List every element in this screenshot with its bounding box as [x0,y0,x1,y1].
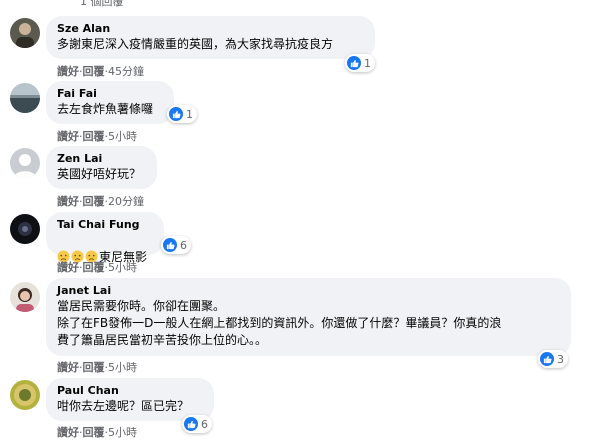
reply-button[interactable]: 回覆 [83,193,105,209]
comment-timestamp[interactable]: 5小時 [108,424,137,440]
comment-text: 咁你去左邊呢？區已完？ [57,399,190,413]
reaction-count[interactable]: 3 [538,350,568,368]
comment-author[interactable]: Zen Lai [57,152,146,166]
comment-text: 當居民需要你時。你卻在團聚。 除了在FB發佈一D一般人在網上都找到的資訊外。你還… [57,299,502,347]
reply-button[interactable]: 回覆 [83,259,105,275]
comment-author[interactable]: Sze Alan [57,22,364,36]
comment-actions: 讚好 · 回覆 · 5小時 [57,259,137,275]
comment-actions: 讚好 · 回覆 · 5小時 [57,128,137,144]
reaction-count-label: 6 [180,238,187,252]
reply-button[interactable]: 回覆 [83,424,105,440]
like-button[interactable]: 讚好 [57,359,79,375]
reaction-count[interactable]: 1 [345,54,375,72]
comment-timestamp[interactable]: 5小時 [108,128,137,144]
avatar[interactable] [10,83,40,113]
like-button[interactable]: 讚好 [57,259,79,275]
avatar[interactable] [10,148,40,178]
avatar[interactable] [10,18,40,48]
reaction-count-label: 1 [364,56,371,70]
like-icon [169,107,183,121]
like-button[interactable]: 讚好 [57,63,79,79]
comment-actions: 讚好 · 回覆 · 5小時 [57,424,137,440]
like-icon [540,352,554,366]
like-icon [347,56,361,70]
comment-text: 去左食炸魚薯條囉 [57,102,154,116]
comment-timestamp[interactable]: 5小時 [108,259,137,275]
comment-timestamp[interactable]: 20分鐘 [108,193,144,209]
comment-bubble: Sze Alan 多謝東尼深入疫情嚴重的英國，為大家找尋抗疫良方 [46,16,375,59]
like-button[interactable]: 讚好 [57,193,79,209]
reply-button[interactable]: 回覆 [83,128,105,144]
avatar[interactable] [10,282,40,312]
reaction-count[interactable]: 6 [182,415,212,433]
comment-actions: 讚好 · 回覆 · 5小時 [57,359,137,375]
comment-bubble: Fai Fai 去左食炸魚薯條囉 [46,81,174,124]
comment-bubble: Zen Lai 英國好唔好玩？ [46,146,157,189]
reaction-count[interactable]: 1 [167,105,197,123]
comment-text: 英國好唔好玩？ [57,167,142,181]
comment-timestamp[interactable]: 45分鐘 [108,63,144,79]
comment-text: 多謝東尼深入疫情嚴重的英國，為大家找尋抗疫良方 [57,37,334,51]
comment-author[interactable]: Janet Lai [57,284,560,298]
like-button[interactable]: 讚好 [57,128,79,144]
reply-button[interactable]: 回覆 [83,63,105,79]
comment-author[interactable]: Paul Chan [57,384,203,398]
avatar[interactable] [10,214,40,244]
avatar[interactable] [10,380,40,410]
comment-author[interactable]: Fai Fai [57,87,163,101]
comment-actions: 讚好 · 回覆 · 45分鐘 [57,63,144,79]
reaction-count-label: 6 [201,417,208,431]
comment-bubble: Janet Lai 當居民需要你時。你卻在團聚。 除了在FB發佈一D一般人在網上… [46,278,571,356]
comment-actions: 讚好 · 回覆 · 20分鐘 [57,193,144,209]
reply-button[interactable]: 回覆 [83,359,105,375]
reaction-count-label: 1 [186,107,193,121]
reaction-count-label: 3 [557,352,564,366]
collapsed-replies-link[interactable]: 1 個回覆 [80,0,124,9]
comment-timestamp[interactable]: 5小時 [108,359,137,375]
comment-bubble: Tai Chai Fung 東尼無影 [46,212,164,264]
like-icon [184,417,198,431]
reaction-count[interactable]: 6 [161,236,191,254]
like-button[interactable]: 讚好 [57,424,79,440]
like-icon [163,238,177,252]
comment-author[interactable]: Tai Chai Fung [57,218,153,232]
